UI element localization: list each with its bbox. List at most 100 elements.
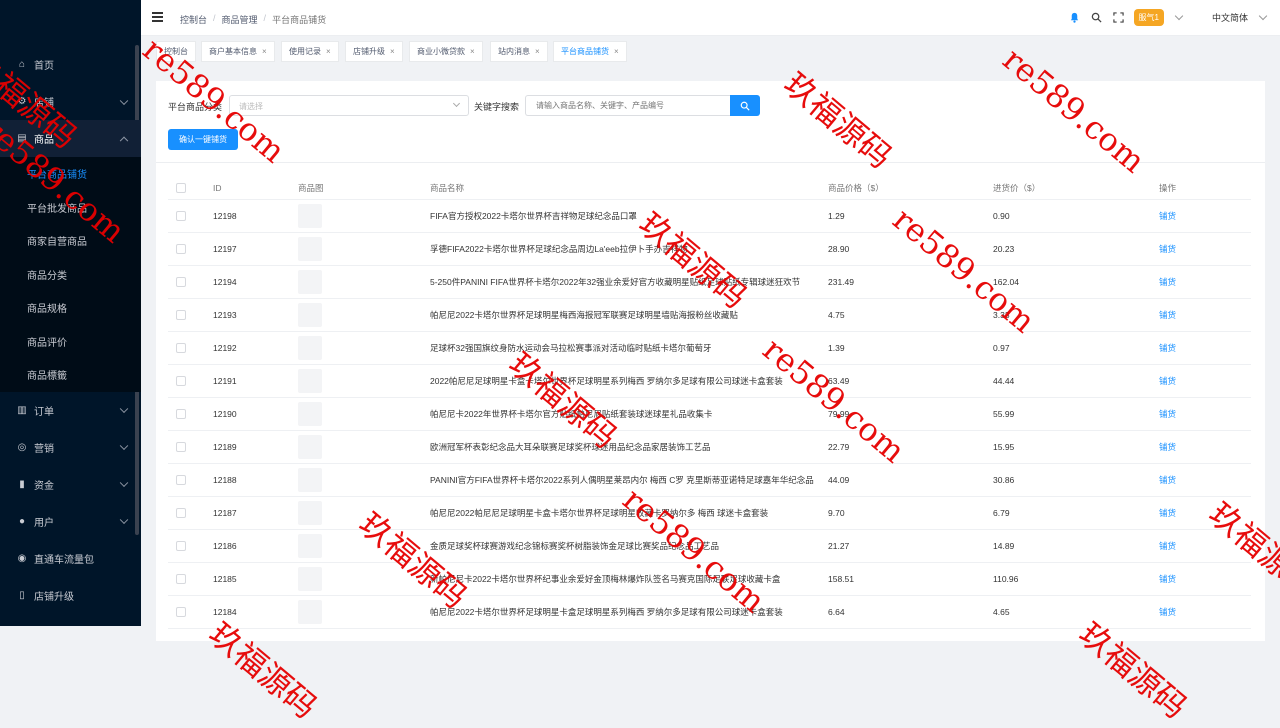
cell-cost: 20.23 — [993, 244, 1015, 254]
distribute-link[interactable]: 铺货 — [1159, 606, 1176, 618]
keyword-search-input[interactable] — [525, 95, 730, 116]
sidebar-item-orders[interactable]: ▥ 订单 — [0, 392, 141, 429]
sidebar-item-goods[interactable]: ▤ 商品 — [0, 120, 141, 157]
row-checkbox[interactable] — [176, 211, 186, 221]
language-switch[interactable]: 中文简体 — [1212, 11, 1248, 24]
chevron-down-icon[interactable] — [1258, 11, 1268, 21]
breadcrumb-current: 平台商品铺货 — [272, 15, 327, 25]
sidebar-item-funds[interactable]: ▮ 资金 — [0, 466, 141, 503]
row-checkbox[interactable] — [176, 508, 186, 518]
product-thumbnail — [298, 303, 322, 327]
submenu-item-spec[interactable]: 商品规格 — [0, 291, 141, 325]
row-checkbox[interactable] — [176, 442, 186, 452]
distribute-link[interactable]: 铺货 — [1159, 474, 1176, 486]
user-badge[interactable]: 服气1 — [1133, 9, 1164, 26]
distribute-link[interactable]: 铺货 — [1159, 507, 1176, 519]
breadcrumb-item[interactable]: 商品管理 — [222, 13, 258, 26]
main-panel: 平台商品分类 请选择 关键字搜索 确认一键铺货 ID 商品图 商品名称 商品价格… — [156, 81, 1265, 641]
close-icon[interactable]: × — [326, 47, 331, 56]
distribute-link[interactable]: 铺货 — [1159, 408, 1176, 420]
product-thumbnail — [298, 237, 322, 261]
distribute-link[interactable]: 铺货 — [1159, 210, 1176, 222]
cell-name: PANINI官方FIFA世界杯卡塔尔2022系列人偶明星莱昂内尔 梅西 C罗 克… — [430, 475, 814, 485]
submenu-item-self-goods[interactable]: 商家自营商品 — [0, 224, 141, 258]
sidebar-item-label: 首页 — [34, 61, 54, 72]
sidebar-item-shop[interactable]: ⚙ 店铺 — [0, 83, 141, 120]
distribute-link[interactable]: 铺货 — [1159, 540, 1176, 552]
tab-shop-upgrade[interactable]: 店铺升级 × — [345, 41, 403, 62]
row-checkbox[interactable] — [176, 574, 186, 584]
cell-id: 12189 — [213, 442, 237, 452]
sidebar-item-home[interactable]: ⌂ 首页 — [0, 46, 141, 83]
sidebar-item-label: 店铺 — [34, 98, 54, 109]
chevron-down-icon[interactable] — [1174, 11, 1184, 21]
category-select[interactable]: 请选择 — [229, 95, 469, 116]
row-checkbox[interactable] — [176, 376, 186, 386]
distribute-link[interactable]: 铺货 — [1159, 441, 1176, 453]
cell-name: 帕尼尼卡2022年世界杯卡塔尔官方贴纸帕尼尼贴纸套装球迷球星礼品收集卡 — [430, 409, 713, 419]
fullscreen-icon[interactable] — [1112, 11, 1126, 25]
product-thumbnail — [298, 501, 322, 525]
close-icon[interactable]: × — [470, 47, 475, 56]
close-icon[interactable]: × — [390, 47, 395, 56]
row-checkbox[interactable] — [176, 607, 186, 617]
row-checkbox[interactable] — [176, 541, 186, 551]
row-checkbox[interactable] — [176, 409, 186, 419]
tab-dashboard[interactable]: 控制台 — [156, 41, 196, 62]
cell-cost: 30.86 — [993, 475, 1015, 485]
distribute-link[interactable]: 铺货 — [1159, 342, 1176, 354]
tab-label: 控制台 — [164, 47, 188, 56]
sidebar-item-upgrade[interactable]: ▯ 店铺升级 — [0, 577, 141, 614]
cell-name: 足球杯32强国旗纹身防水运动会马拉松赛事派对活动临时贴纸卡塔尔葡萄牙 — [430, 343, 712, 353]
sidebar-item-users[interactable]: ● 用户 — [0, 503, 141, 540]
submenu-item-tags[interactable]: 商品標籤 — [0, 358, 141, 392]
search-icon[interactable] — [1090, 11, 1104, 25]
distribute-link[interactable]: 铺货 — [1159, 309, 1176, 321]
table-row: 12190 帕尼尼卡2022年世界杯卡塔尔官方贴纸帕尼尼贴纸套装球迷球星礼品收集卡… — [168, 398, 1251, 431]
row-checkbox[interactable] — [176, 277, 186, 287]
submenu-item-review[interactable]: 商品评价 — [0, 325, 141, 359]
cell-price: 231.49 — [828, 277, 854, 287]
tab-usage-records[interactable]: 使用记录 × — [281, 41, 339, 62]
cell-id: 12187 — [213, 508, 237, 518]
product-thumbnail — [298, 336, 322, 360]
cell-id: 12184 — [213, 607, 237, 617]
submenu-item-platform-goods[interactable]: 平台商品铺货 — [0, 157, 141, 191]
row-checkbox[interactable] — [176, 310, 186, 320]
breadcrumb-item[interactable]: 控制台 — [180, 13, 207, 26]
row-checkbox[interactable] — [176, 475, 186, 485]
cell-price: 63.49 — [828, 376, 850, 386]
cell-cost: 15.95 — [993, 442, 1015, 452]
cell-id: 12197 — [213, 244, 237, 254]
close-icon[interactable]: × — [535, 47, 540, 56]
search-button[interactable] — [730, 95, 760, 116]
sidebar-item-marketing[interactable]: ◎ 营销 — [0, 429, 141, 466]
bulk-distribute-button[interactable]: 确认一键铺货 — [168, 129, 238, 150]
distribute-link[interactable]: 铺货 — [1159, 375, 1176, 387]
distribute-link[interactable]: 铺货 — [1159, 243, 1176, 255]
tab-messages[interactable]: 站内消息 × — [490, 41, 548, 62]
product-thumbnail — [298, 402, 322, 426]
cell-price: 4.75 — [828, 310, 845, 320]
filter-bar: 平台商品分类 请选择 关键字搜索 确认一键铺货 — [156, 81, 1265, 163]
cell-id: 12190 — [213, 409, 237, 419]
product-thumbnail — [298, 600, 322, 624]
row-checkbox[interactable] — [176, 244, 186, 254]
row-checkbox[interactable] — [176, 343, 186, 353]
select-all-checkbox[interactable] — [176, 183, 186, 193]
chevron-down-icon — [119, 441, 129, 451]
submenu-item-category[interactable]: 商品分类 — [0, 258, 141, 292]
tab-micro-loan[interactable]: 商业小微贷款 × — [409, 41, 483, 62]
close-icon[interactable]: × — [614, 47, 619, 56]
distribute-link[interactable]: 铺货 — [1159, 276, 1176, 288]
tab-platform-goods[interactable]: 平台商品铺货 × — [553, 41, 627, 62]
bell-icon[interactable] — [1068, 11, 1082, 25]
submenu-item-wholesale[interactable]: 平台批发商品 — [0, 191, 141, 225]
chevron-down-icon — [119, 96, 129, 105]
distribute-link[interactable]: 铺货 — [1159, 573, 1176, 585]
sidebar-item-traffic[interactable]: ◉ 直通车流量包 — [0, 540, 141, 577]
menu-fold-icon[interactable] — [152, 12, 163, 22]
tab-merchant-info[interactable]: 商户基本信息 × — [201, 41, 275, 62]
close-icon[interactable]: × — [262, 47, 267, 56]
product-thumbnail — [298, 435, 322, 459]
